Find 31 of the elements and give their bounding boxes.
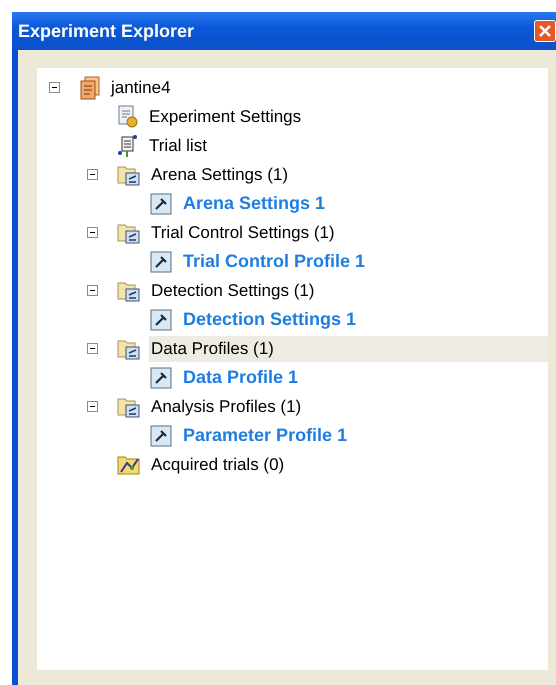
tree-item[interactable]: Data Profile 1: [181, 364, 300, 391]
tree-item[interactable]: Analysis Profiles (1): [149, 394, 304, 420]
profile-icon: [149, 366, 173, 390]
tree-item[interactable]: Trial Control Profile 1: [181, 248, 368, 275]
collapse-toggle[interactable]: [49, 82, 60, 93]
collapse-toggle[interactable]: [87, 169, 98, 180]
window-title: Experiment Explorer: [18, 20, 194, 42]
close-icon: [539, 25, 551, 37]
tree-item[interactable]: jantine4: [109, 74, 173, 100]
tree-item[interactable]: Experiment Settings: [147, 104, 304, 130]
collapse-toggle[interactable]: [87, 401, 98, 412]
list-icon: [117, 134, 139, 158]
tree-item[interactable]: Parameter Profile 1: [181, 422, 350, 449]
tree-item[interactable]: Trial list: [147, 132, 209, 158]
profile-icon: [149, 308, 173, 332]
profile-icon: [149, 424, 173, 448]
document-icon: [79, 76, 101, 100]
tree-item[interactable]: Data Profiles (1): [149, 336, 548, 362]
tree-item[interactable]: Detection Settings 1: [181, 306, 358, 333]
tree-item[interactable]: Acquired trials (0): [149, 452, 286, 478]
profile-icon: [149, 192, 173, 216]
collapse-toggle[interactable]: [87, 285, 98, 296]
close-button[interactable]: [534, 20, 556, 42]
tree-item[interactable]: Trial Control Settings (1): [149, 220, 337, 246]
collapse-toggle[interactable]: [87, 343, 98, 354]
profile-icon: [149, 250, 173, 274]
tree-item[interactable]: Detection Settings (1): [149, 278, 316, 304]
tree-item[interactable]: Arena Settings 1: [181, 190, 328, 217]
settings-document-icon: [117, 104, 139, 128]
tree-item[interactable]: Arena Settings (1): [149, 162, 290, 188]
collapse-toggle[interactable]: [87, 227, 98, 238]
